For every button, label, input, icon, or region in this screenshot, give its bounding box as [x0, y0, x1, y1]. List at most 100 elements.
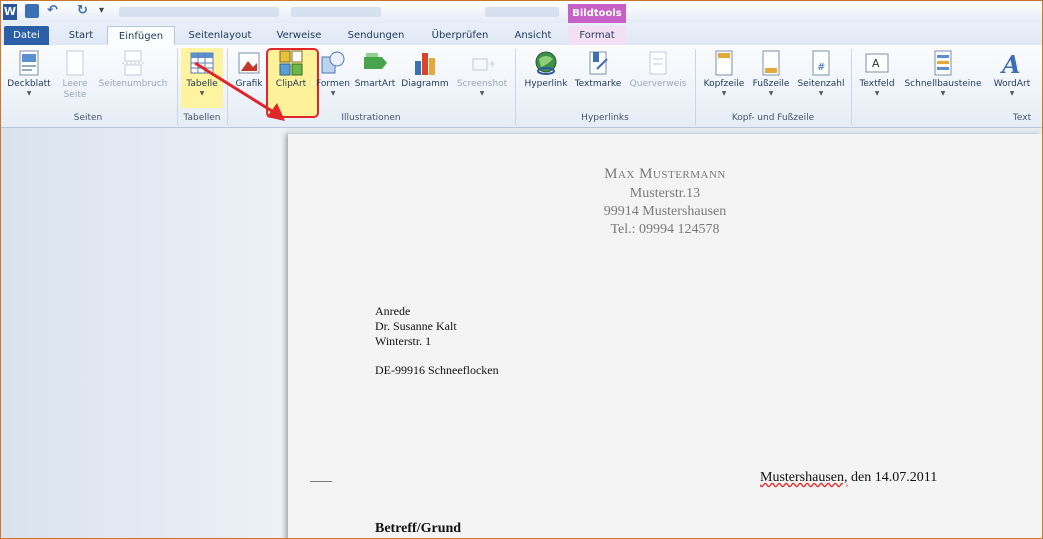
- screenshot-button[interactable]: + Screenshot ▼: [453, 49, 511, 98]
- screenshot-icon: +: [469, 49, 496, 77]
- chart-icon: [412, 49, 438, 77]
- document-page[interactable]: Max Mustermann Musterstr.13 99914 Muster…: [288, 134, 1042, 538]
- kopfzeile-label: Kopfzeile: [703, 79, 745, 89]
- diagramm-label: Diagramm: [401, 79, 449, 89]
- smartart-button[interactable]: SmartArt: [353, 49, 397, 90]
- group-text: Text: [1012, 113, 1032, 123]
- page-number-icon: #: [808, 49, 834, 77]
- bookmark-icon: [585, 49, 611, 77]
- globe-link-icon: [533, 49, 559, 77]
- formen-button[interactable]: Formen ▼: [315, 49, 351, 98]
- tab-format[interactable]: Format: [568, 26, 626, 45]
- group-seiten: Seiten: [73, 113, 103, 123]
- fold-mark: [310, 481, 332, 482]
- dropdown-arrow-icon: ▼: [1009, 90, 1015, 97]
- seitenumbruch-label: Seitenumbruch: [98, 79, 168, 89]
- wordart-icon: A: [999, 49, 1025, 79]
- tab-einfuegen[interactable]: Einfügen: [107, 26, 175, 47]
- textmarke-button[interactable]: Textmarke: [573, 49, 623, 90]
- sender-street: Musterstr.13: [629, 186, 701, 201]
- kopfzeile-button[interactable]: Kopfzeile ▼: [699, 49, 749, 98]
- tab-seitenlayout[interactable]: Seitenlayout: [181, 26, 259, 45]
- tab-verweise[interactable]: Verweise: [269, 26, 329, 45]
- sender-phone: Tel.: 09994 124578: [610, 222, 720, 237]
- tab-ansicht[interactable]: Ansicht: [505, 26, 561, 45]
- smartart-label: SmartArt: [354, 79, 396, 89]
- undo-icon[interactable]: ↶: [47, 4, 61, 18]
- date-line: Mustershausen, den 14.07.2011: [760, 470, 937, 486]
- deckblatt-label: Deckblatt: [7, 79, 51, 89]
- deckblatt-button[interactable]: Deckblatt ▼: [5, 49, 53, 98]
- page-break-icon: [120, 49, 146, 77]
- redo-icon[interactable]: ↻: [77, 4, 91, 18]
- tab-datei[interactable]: Datei: [4, 26, 49, 45]
- seitenumbruch-button[interactable]: Seitenumbruch: [95, 49, 171, 90]
- querverweis-label: Querverweis: [629, 79, 687, 89]
- leere-seite-label-2: Seite: [63, 90, 87, 100]
- sender-name: Max Mustermann: [604, 166, 726, 182]
- dropdown-arrow-icon: ▼: [874, 90, 880, 97]
- footer-icon: [758, 49, 784, 77]
- leere-seite-label-1: Leere: [62, 79, 88, 89]
- svg-text:+: +: [488, 59, 495, 70]
- recipient-name: Dr. Susanne Kalt: [375, 319, 457, 333]
- textfeld-label: Textfeld: [859, 79, 895, 89]
- dropdown-arrow-icon: ▼: [479, 90, 485, 97]
- dropdown-arrow-icon: ▼: [26, 90, 32, 97]
- blank-page-icon: [62, 49, 88, 77]
- navigation-pane: [1, 128, 286, 538]
- dropdown-arrow-icon: ▼: [330, 90, 336, 97]
- ribbon: Deckblatt ▼ Leere Seite Seitenumbruch Se…: [1, 45, 1042, 128]
- smartart-icon: [362, 49, 388, 77]
- cross-reference-icon: [645, 49, 671, 77]
- bildtools-context-tab: Bildtools: [568, 4, 626, 23]
- date-place: Mustershausen,: [760, 470, 848, 485]
- blurred-title-text: [485, 7, 559, 17]
- dropdown-arrow-icon: ▼: [940, 90, 946, 97]
- quick-parts-icon: [930, 49, 956, 77]
- schnellbausteine-button[interactable]: Schnellbausteine ▼: [899, 49, 987, 98]
- textfeld-button[interactable]: A Textfeld ▼: [857, 49, 897, 98]
- seitenzahl-button[interactable]: # Seitenzahl ▼: [795, 49, 847, 98]
- wordart-button[interactable]: A WordArt ▼: [989, 49, 1035, 98]
- recipient-city: DE-99916 Schneeflocken: [375, 363, 499, 377]
- title-bar: W ↶ ↻ ▾ Bildtools: [1, 1, 1042, 23]
- save-icon[interactable]: [25, 4, 39, 18]
- hyperlink-button[interactable]: Hyperlink: [521, 49, 571, 90]
- diagramm-button[interactable]: Diagramm: [399, 49, 451, 90]
- tab-start[interactable]: Start: [59, 26, 103, 45]
- date-value: den 14.07.2011: [847, 470, 938, 485]
- word-logo-icon: W: [3, 4, 17, 20]
- cover-page-icon: [16, 49, 42, 77]
- dropdown-arrow-icon: ▼: [768, 90, 774, 97]
- header-icon: [711, 49, 737, 77]
- tab-sendungen[interactable]: Sendungen: [337, 26, 415, 45]
- subject-line: Betreff/Grund: [375, 521, 462, 536]
- blurred-title-text: [119, 7, 279, 17]
- svg-text:A: A: [1000, 50, 1021, 77]
- svg-text:A: A: [872, 57, 880, 70]
- textmarke-label: Textmarke: [574, 79, 622, 89]
- word-window: W ↶ ↻ ▾ Bildtools Datei Start Einfügen S…: [0, 0, 1043, 539]
- ribbon-tabs: Datei Start Einfügen Seitenlayout Verwei…: [1, 23, 1042, 47]
- screenshot-label: Screenshot: [456, 79, 508, 89]
- group-separator: [851, 49, 852, 125]
- blurred-title-text: [291, 7, 381, 17]
- fusszeile-button[interactable]: Fußzeile ▼: [749, 49, 793, 98]
- tab-ueberpruefen[interactable]: Überprüfen: [421, 26, 499, 45]
- schnellbausteine-label: Schnellbausteine: [904, 79, 982, 89]
- customize-qat-icon[interactable]: ▾: [99, 4, 113, 18]
- svg-text:#: #: [817, 62, 825, 73]
- fusszeile-label: Fußzeile: [752, 79, 790, 89]
- sender-city: 99914 Mustershausen: [603, 204, 727, 219]
- querverweis-button[interactable]: Querverweis: [625, 49, 691, 90]
- formen-label: Formen: [316, 79, 350, 89]
- document-area: Max Mustermann Musterstr.13 99914 Muster…: [1, 128, 1042, 538]
- dropdown-arrow-icon: ▼: [721, 90, 727, 97]
- group-kopf-fusszeile: Kopf- und Fußzeile: [731, 113, 815, 123]
- group-hyperlinks: Hyperlinks: [581, 113, 629, 123]
- dropdown-arrow-icon: ▼: [818, 90, 824, 97]
- leere-seite-button[interactable]: Leere Seite: [57, 49, 93, 101]
- hyperlink-label: Hyperlink: [524, 79, 568, 89]
- recipient-salutation: Anrede: [375, 304, 411, 318]
